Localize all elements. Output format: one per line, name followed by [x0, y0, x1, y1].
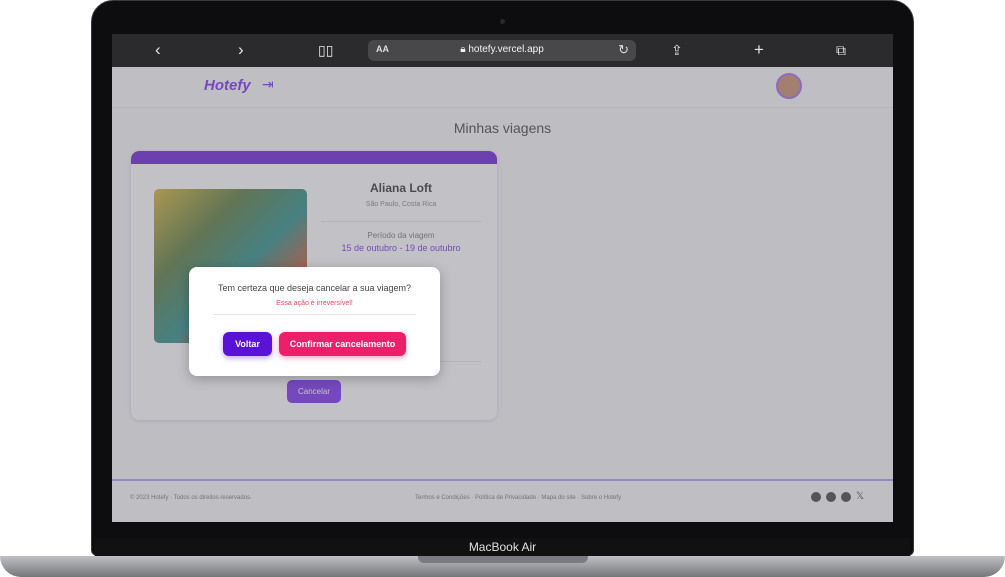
screen: ‹ › ▯▯ AA 🔒︎ hotefy.vercel.app ↻ ⇪ + ⧉ H… [112, 34, 893, 522]
new-tab-icon[interactable]: + [754, 40, 764, 60]
dialog-question: Tem certeza que deseja cancelar a sua vi… [217, 283, 412, 293]
reload-icon[interactable]: ↻ [618, 42, 629, 58]
url-text: 🔒︎ hotefy.vercel.app [460, 44, 544, 55]
confirm-cancel-button[interactable]: Confirmar cancelamento [279, 332, 406, 356]
dialog-warning: Essa ação é irreversível! [276, 300, 353, 307]
back-icon[interactable]: ‹ [155, 40, 161, 60]
dialog-divider [213, 314, 416, 315]
url-bar[interactable]: AA 🔒︎ hotefy.vercel.app ↻ [368, 40, 636, 61]
tabs-icon[interactable]: ⧉ [836, 40, 846, 60]
back-button[interactable]: Voltar [223, 332, 272, 356]
device-model-label: MacBook Air [468, 540, 537, 554]
forward-icon[interactable]: › [238, 40, 244, 60]
cancel-confirm-dialog: Tem certeza que deseja cancelar a sua vi… [189, 267, 440, 376]
laptop-notch [418, 556, 588, 563]
camera-icon [500, 19, 505, 24]
bookmarks-icon[interactable]: ▯▯ [318, 40, 333, 60]
share-icon[interactable]: ⇪ [671, 40, 683, 60]
browser-toolbar: ‹ › ▯▯ AA 🔒︎ hotefy.vercel.app ↻ ⇪ + ⧉ [112, 34, 893, 67]
